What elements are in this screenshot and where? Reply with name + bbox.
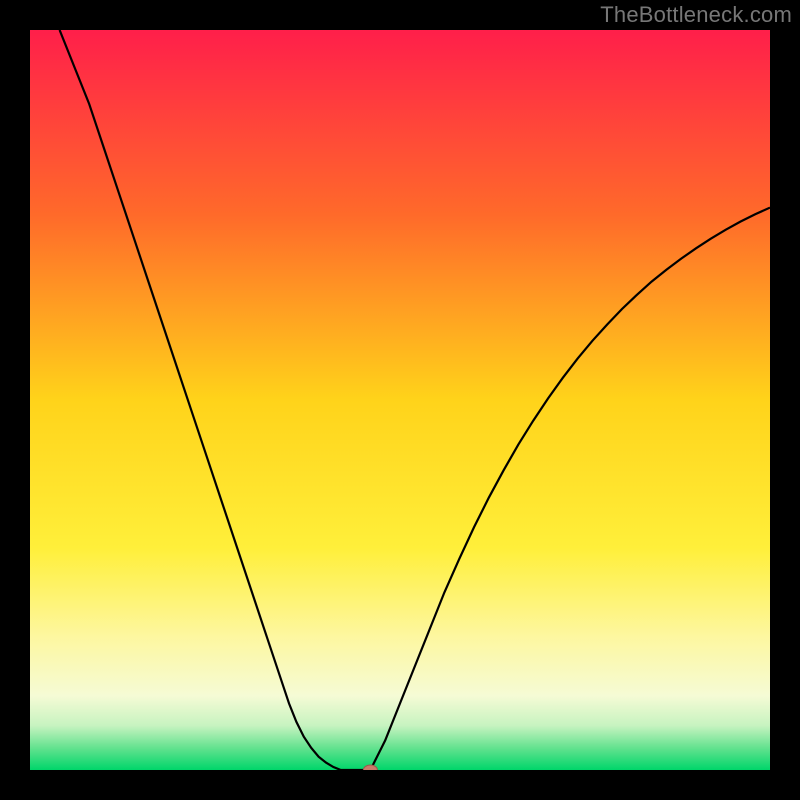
chart-frame: TheBottleneck.com	[0, 0, 800, 800]
chart-svg	[30, 30, 770, 770]
watermark-text: TheBottleneck.com	[600, 2, 792, 28]
gradient-background	[30, 30, 770, 770]
plot-area	[30, 30, 770, 770]
